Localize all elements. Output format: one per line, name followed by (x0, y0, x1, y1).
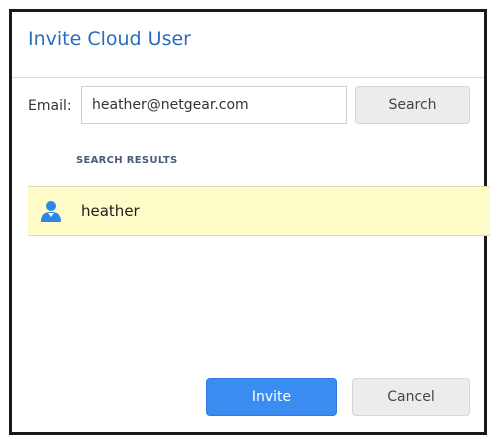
invite-button[interactable]: Invite (206, 378, 337, 416)
dialog-title: Invite Cloud User (28, 28, 191, 50)
user-icon (41, 201, 61, 222)
dialog-header: Invite Cloud User (12, 12, 484, 78)
invite-cloud-user-dialog: Invite Cloud User Email: Search SEARCH R… (9, 9, 490, 435)
search-result-name: heather (81, 202, 140, 220)
email-label: Email: (28, 98, 72, 114)
search-results-heading: SEARCH RESULTS (76, 155, 178, 166)
search-result-row[interactable]: heather (28, 186, 490, 236)
email-input[interactable] (81, 86, 347, 124)
search-button[interactable]: Search (355, 86, 470, 124)
cancel-button[interactable]: Cancel (352, 378, 470, 416)
